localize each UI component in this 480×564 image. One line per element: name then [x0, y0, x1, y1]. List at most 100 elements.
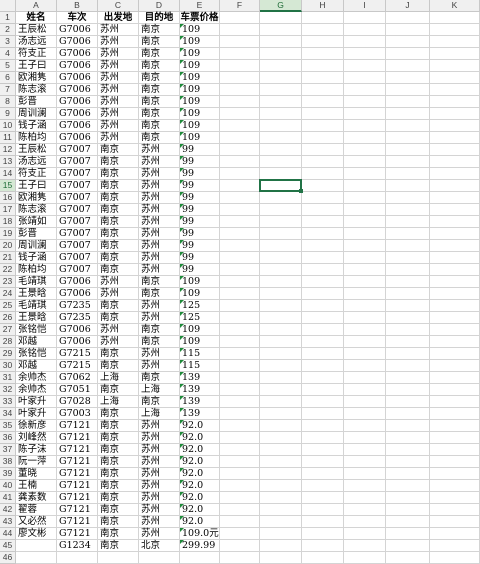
cell-d23[interactable]: 南京	[139, 276, 180, 288]
cell-g34[interactable]	[260, 408, 302, 420]
cell-g40[interactable]	[260, 480, 302, 492]
cell-c2[interactable]: 苏州	[98, 24, 139, 36]
cell-d31[interactable]: 南京	[139, 372, 180, 384]
cell-j30[interactable]	[386, 360, 430, 372]
cell-c4[interactable]: 苏州	[98, 48, 139, 60]
cell-k28[interactable]	[430, 336, 480, 348]
select-all-corner[interactable]	[0, 0, 16, 12]
cell-f16[interactable]	[220, 192, 260, 204]
cell-c13[interactable]: 南京	[98, 156, 139, 168]
cell-d10[interactable]: 南京	[139, 120, 180, 132]
cell-i37[interactable]	[344, 444, 386, 456]
cell-c11[interactable]: 苏州	[98, 132, 139, 144]
cell-c25[interactable]: 南京	[98, 300, 139, 312]
cell-k38[interactable]	[430, 456, 480, 468]
cell-a16[interactable]: 欧湘隽	[16, 192, 57, 204]
cell-h39[interactable]	[302, 468, 344, 480]
row-header-19[interactable]: 19	[0, 228, 16, 240]
row-header-10[interactable]: 10	[0, 120, 16, 132]
cell-i34[interactable]	[344, 408, 386, 420]
row-header-24[interactable]: 24	[0, 288, 16, 300]
cell-g12[interactable]	[260, 144, 302, 156]
cell-j14[interactable]	[386, 168, 430, 180]
cell-c26[interactable]: 南京	[98, 312, 139, 324]
cell-e19[interactable]: 99	[180, 228, 220, 240]
row-header-18[interactable]: 18	[0, 216, 16, 228]
cell-k31[interactable]	[430, 372, 480, 384]
cell-k24[interactable]	[430, 288, 480, 300]
cell-h30[interactable]	[302, 360, 344, 372]
cell-f29[interactable]	[220, 348, 260, 360]
cell-a2[interactable]: 王辰松	[16, 24, 57, 36]
active-cell-selection[interactable]	[259, 179, 303, 193]
cell-h18[interactable]	[302, 216, 344, 228]
cell-d12[interactable]: 苏州	[139, 144, 180, 156]
cell-h3[interactable]	[302, 36, 344, 48]
cell-g35[interactable]	[260, 420, 302, 432]
cell-i24[interactable]	[344, 288, 386, 300]
cell-h25[interactable]	[302, 300, 344, 312]
cell-h1[interactable]	[302, 12, 344, 24]
cell-b16[interactable]: G7007	[57, 192, 98, 204]
cell-k30[interactable]	[430, 360, 480, 372]
cell-g41[interactable]	[260, 492, 302, 504]
cell-e29[interactable]: 115	[180, 348, 220, 360]
cell-k46[interactable]	[430, 552, 480, 564]
cell-h14[interactable]	[302, 168, 344, 180]
cell-d26[interactable]: 苏州	[139, 312, 180, 324]
cell-c10[interactable]: 苏州	[98, 120, 139, 132]
cell-j43[interactable]	[386, 516, 430, 528]
cell-a15[interactable]: 王子曰	[16, 180, 57, 192]
cell-c9[interactable]: 苏州	[98, 108, 139, 120]
cell-b26[interactable]: G7235	[57, 312, 98, 324]
cell-b33[interactable]: G7028	[57, 396, 98, 408]
cell-j36[interactable]	[386, 432, 430, 444]
column-header-d[interactable]: D	[139, 0, 180, 12]
row-header-45[interactable]: 45	[0, 540, 16, 552]
cell-e28[interactable]: 109	[180, 336, 220, 348]
cell-h15[interactable]	[302, 180, 344, 192]
cell-k39[interactable]	[430, 468, 480, 480]
cell-e45[interactable]: 299.99	[180, 540, 220, 552]
cell-e44[interactable]: 109.0元	[180, 528, 220, 540]
cell-a1[interactable]: 姓名	[16, 12, 57, 24]
cell-g25[interactable]	[260, 300, 302, 312]
row-header-34[interactable]: 34	[0, 408, 16, 420]
cell-f1[interactable]	[220, 12, 260, 24]
cell-d20[interactable]: 苏州	[139, 240, 180, 252]
cell-i40[interactable]	[344, 480, 386, 492]
row-header-33[interactable]: 33	[0, 396, 16, 408]
cell-g38[interactable]	[260, 456, 302, 468]
cell-h32[interactable]	[302, 384, 344, 396]
cell-c34[interactable]: 南京	[98, 408, 139, 420]
cell-i4[interactable]	[344, 48, 386, 60]
cell-i42[interactable]	[344, 504, 386, 516]
row-header-16[interactable]: 16	[0, 192, 16, 204]
cell-d5[interactable]: 南京	[139, 60, 180, 72]
cell-b2[interactable]: G7006	[57, 24, 98, 36]
cell-g6[interactable]	[260, 72, 302, 84]
cell-c46[interactable]	[98, 552, 139, 564]
cell-k29[interactable]	[430, 348, 480, 360]
cell-c28[interactable]: 苏州	[98, 336, 139, 348]
row-header-29[interactable]: 29	[0, 348, 16, 360]
spreadsheet-grid[interactable]: ABCDEFGHIJK 1 姓名 车次 出发地 目的地 车票价格 2 王辰松 G7006 苏州 南京…	[0, 0, 480, 564]
row-header-21[interactable]: 21	[0, 252, 16, 264]
cell-c1[interactable]: 出发地	[98, 12, 139, 24]
cell-g37[interactable]	[260, 444, 302, 456]
cell-i10[interactable]	[344, 120, 386, 132]
cell-a33[interactable]: 叶家升	[16, 396, 57, 408]
cell-f40[interactable]	[220, 480, 260, 492]
row-header-8[interactable]: 8	[0, 96, 16, 108]
cell-a12[interactable]: 王辰松	[16, 144, 57, 156]
cell-g28[interactable]	[260, 336, 302, 348]
cell-f5[interactable]	[220, 60, 260, 72]
cell-a25[interactable]: 毛靖琪	[16, 300, 57, 312]
cell-c43[interactable]: 南京	[98, 516, 139, 528]
cell-d8[interactable]: 南京	[139, 96, 180, 108]
cell-a9[interactable]: 周训澜	[16, 108, 57, 120]
cell-a5[interactable]: 王子曰	[16, 60, 57, 72]
cell-f18[interactable]	[220, 216, 260, 228]
cell-g20[interactable]	[260, 240, 302, 252]
cell-d30[interactable]: 苏州	[139, 360, 180, 372]
